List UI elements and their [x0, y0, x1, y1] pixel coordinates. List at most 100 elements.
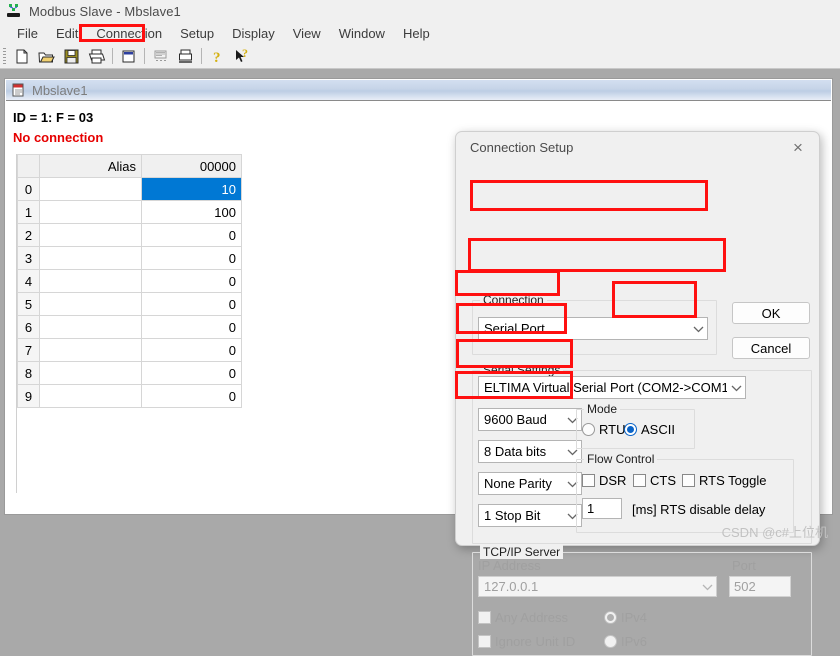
- row-value[interactable]: 0: [141, 384, 242, 408]
- mode-ascii-label: ASCII: [641, 422, 675, 437]
- close-icon[interactable]: ×: [783, 136, 813, 158]
- ip-address-select[interactable]: 127.0.0.1: [478, 576, 717, 597]
- row-alias[interactable]: [39, 200, 142, 224]
- row-value[interactable]: 0: [141, 246, 242, 270]
- rts-toggle-checkbox[interactable]: RTS Toggle: [682, 473, 766, 488]
- serial-settings-group-label: Serial Settings: [480, 363, 564, 377]
- parity-select[interactable]: None Parity: [478, 472, 582, 495]
- table-row[interactable]: 3 0: [17, 246, 242, 270]
- table-row[interactable]: 1 100: [17, 200, 242, 224]
- row-value[interactable]: 0: [141, 269, 242, 293]
- row-index: 2: [17, 223, 40, 247]
- rts-disable-delay-label: [ms] RTS disable delay: [632, 502, 766, 517]
- row-index: 8: [17, 361, 40, 385]
- menu-item-connection[interactable]: Connection: [87, 24, 171, 43]
- dialog-titlebar: Connection Setup: [456, 132, 819, 162]
- menu-item-display[interactable]: Display: [223, 24, 284, 43]
- new-file-icon[interactable]: [9, 45, 34, 68]
- row-value[interactable]: 100: [141, 200, 242, 224]
- toolbar-separator-3: [201, 48, 202, 64]
- serial-port-value: ELTIMA Virtual Serial Port (COM2->COM1): [484, 380, 727, 395]
- ipv6-radio[interactable]: IPv6: [604, 634, 647, 649]
- menu-item-window[interactable]: Window: [330, 24, 394, 43]
- dsr-checkbox[interactable]: DSR: [582, 473, 626, 488]
- mode-radio-rtu[interactable]: RTU: [582, 422, 625, 437]
- table-row[interactable]: 4 0: [17, 269, 242, 293]
- table-row[interactable]: 0 10: [17, 177, 242, 201]
- row-index: 0: [17, 177, 40, 201]
- mdi-child-titlebar[interactable]: Mbslave1: [6, 80, 831, 101]
- checkbox-mark: [633, 474, 646, 487]
- table-row[interactable]: 5 0: [17, 292, 242, 316]
- any-address-checkbox[interactable]: Any Address: [478, 610, 568, 625]
- table-row[interactable]: 7 0: [17, 338, 242, 362]
- rts-disable-delay-input[interactable]: 1: [582, 498, 622, 519]
- menu-item-file[interactable]: File: [8, 24, 47, 43]
- toolbar: ? ?: [0, 44, 840, 69]
- connection-type-select[interactable]: Serial Port: [478, 317, 708, 340]
- row-alias[interactable]: [39, 292, 142, 316]
- baud-rate-value: 9600 Baud: [484, 412, 547, 427]
- row-alias[interactable]: [39, 223, 142, 247]
- row-alias[interactable]: [39, 246, 142, 270]
- table-row[interactable]: 9 0: [17, 384, 242, 408]
- help-question-icon[interactable]: ?: [205, 45, 230, 68]
- radio-mark: [604, 635, 617, 648]
- open-folder-icon[interactable]: [34, 45, 59, 68]
- checkbox-mark: [478, 635, 491, 648]
- radio-mark: [604, 611, 617, 624]
- ip-address-value: 127.0.0.1: [484, 579, 539, 594]
- port-label: Port: [732, 558, 756, 573]
- save-disk-icon[interactable]: [59, 45, 84, 68]
- table-row[interactable]: 2 0: [17, 223, 242, 247]
- row-value[interactable]: 0: [141, 292, 242, 316]
- baud-rate-select[interactable]: 9600 Baud: [478, 408, 582, 431]
- data-bits-select[interactable]: 8 Data bits: [478, 440, 582, 463]
- cts-checkbox[interactable]: CTS: [633, 473, 676, 488]
- ipv4-radio[interactable]: IPv4: [604, 610, 647, 625]
- stop-bits-select[interactable]: 1 Stop Bit: [478, 504, 582, 527]
- row-alias[interactable]: [39, 269, 142, 293]
- row-alias[interactable]: [39, 338, 142, 362]
- connect-icon[interactable]: [148, 45, 173, 68]
- data-bits-value: 8 Data bits: [484, 444, 547, 459]
- row-value[interactable]: 10: [141, 177, 242, 201]
- ok-button[interactable]: OK: [732, 302, 810, 324]
- table-row[interactable]: 6 0: [17, 315, 242, 339]
- row-value[interactable]: 0: [141, 223, 242, 247]
- title-bar: Modbus Slave - Mbslave1: [0, 0, 840, 22]
- table-row[interactable]: 8 0: [17, 361, 242, 385]
- row-alias[interactable]: [39, 315, 142, 339]
- print-icon[interactable]: [84, 45, 109, 68]
- toolbar-grip[interactable]: [3, 47, 6, 65]
- mode-radio-ascii[interactable]: ASCII: [624, 422, 675, 437]
- row-value[interactable]: 0: [141, 315, 242, 339]
- row-index: 1: [17, 200, 40, 224]
- disconnect-icon[interactable]: [173, 45, 198, 68]
- context-help-icon[interactable]: ?: [230, 45, 255, 68]
- row-alias[interactable]: [39, 177, 142, 201]
- table-header-row: Alias 00000: [17, 154, 242, 178]
- port-input[interactable]: 502: [729, 576, 791, 597]
- row-alias[interactable]: [39, 361, 142, 385]
- menu-item-edit[interactable]: Edit: [47, 24, 87, 43]
- row-value[interactable]: 0: [141, 361, 242, 385]
- mdi-child-title-text: Mbslave1: [32, 82, 88, 98]
- row-value[interactable]: 0: [141, 338, 242, 362]
- ipv4-label: IPv4: [621, 610, 648, 625]
- display-window-icon[interactable]: [116, 45, 141, 68]
- col-header-address: 00000: [141, 154, 242, 178]
- serial-port-select[interactable]: ELTIMA Virtual Serial Port (COM2->COM1): [478, 376, 746, 399]
- connection-type-value: Serial Port: [484, 321, 545, 336]
- menu-bar[interactable]: File Edit Connection Setup Display View …: [0, 22, 840, 44]
- menu-item-view[interactable]: View: [284, 24, 330, 43]
- mode-rtu-label: RTU: [599, 422, 626, 437]
- cancel-button[interactable]: Cancel: [732, 337, 810, 359]
- col-header-alias: Alias: [39, 154, 142, 178]
- watermark: CSDN @c#上位机: [721, 525, 828, 540]
- menu-item-setup[interactable]: Setup: [171, 24, 223, 43]
- menu-item-help[interactable]: Help: [394, 24, 439, 43]
- ignore-unit-id-checkbox[interactable]: Ignore Unit ID: [478, 634, 575, 649]
- any-address-label: Any Address: [495, 610, 568, 625]
- row-alias[interactable]: [39, 384, 142, 408]
